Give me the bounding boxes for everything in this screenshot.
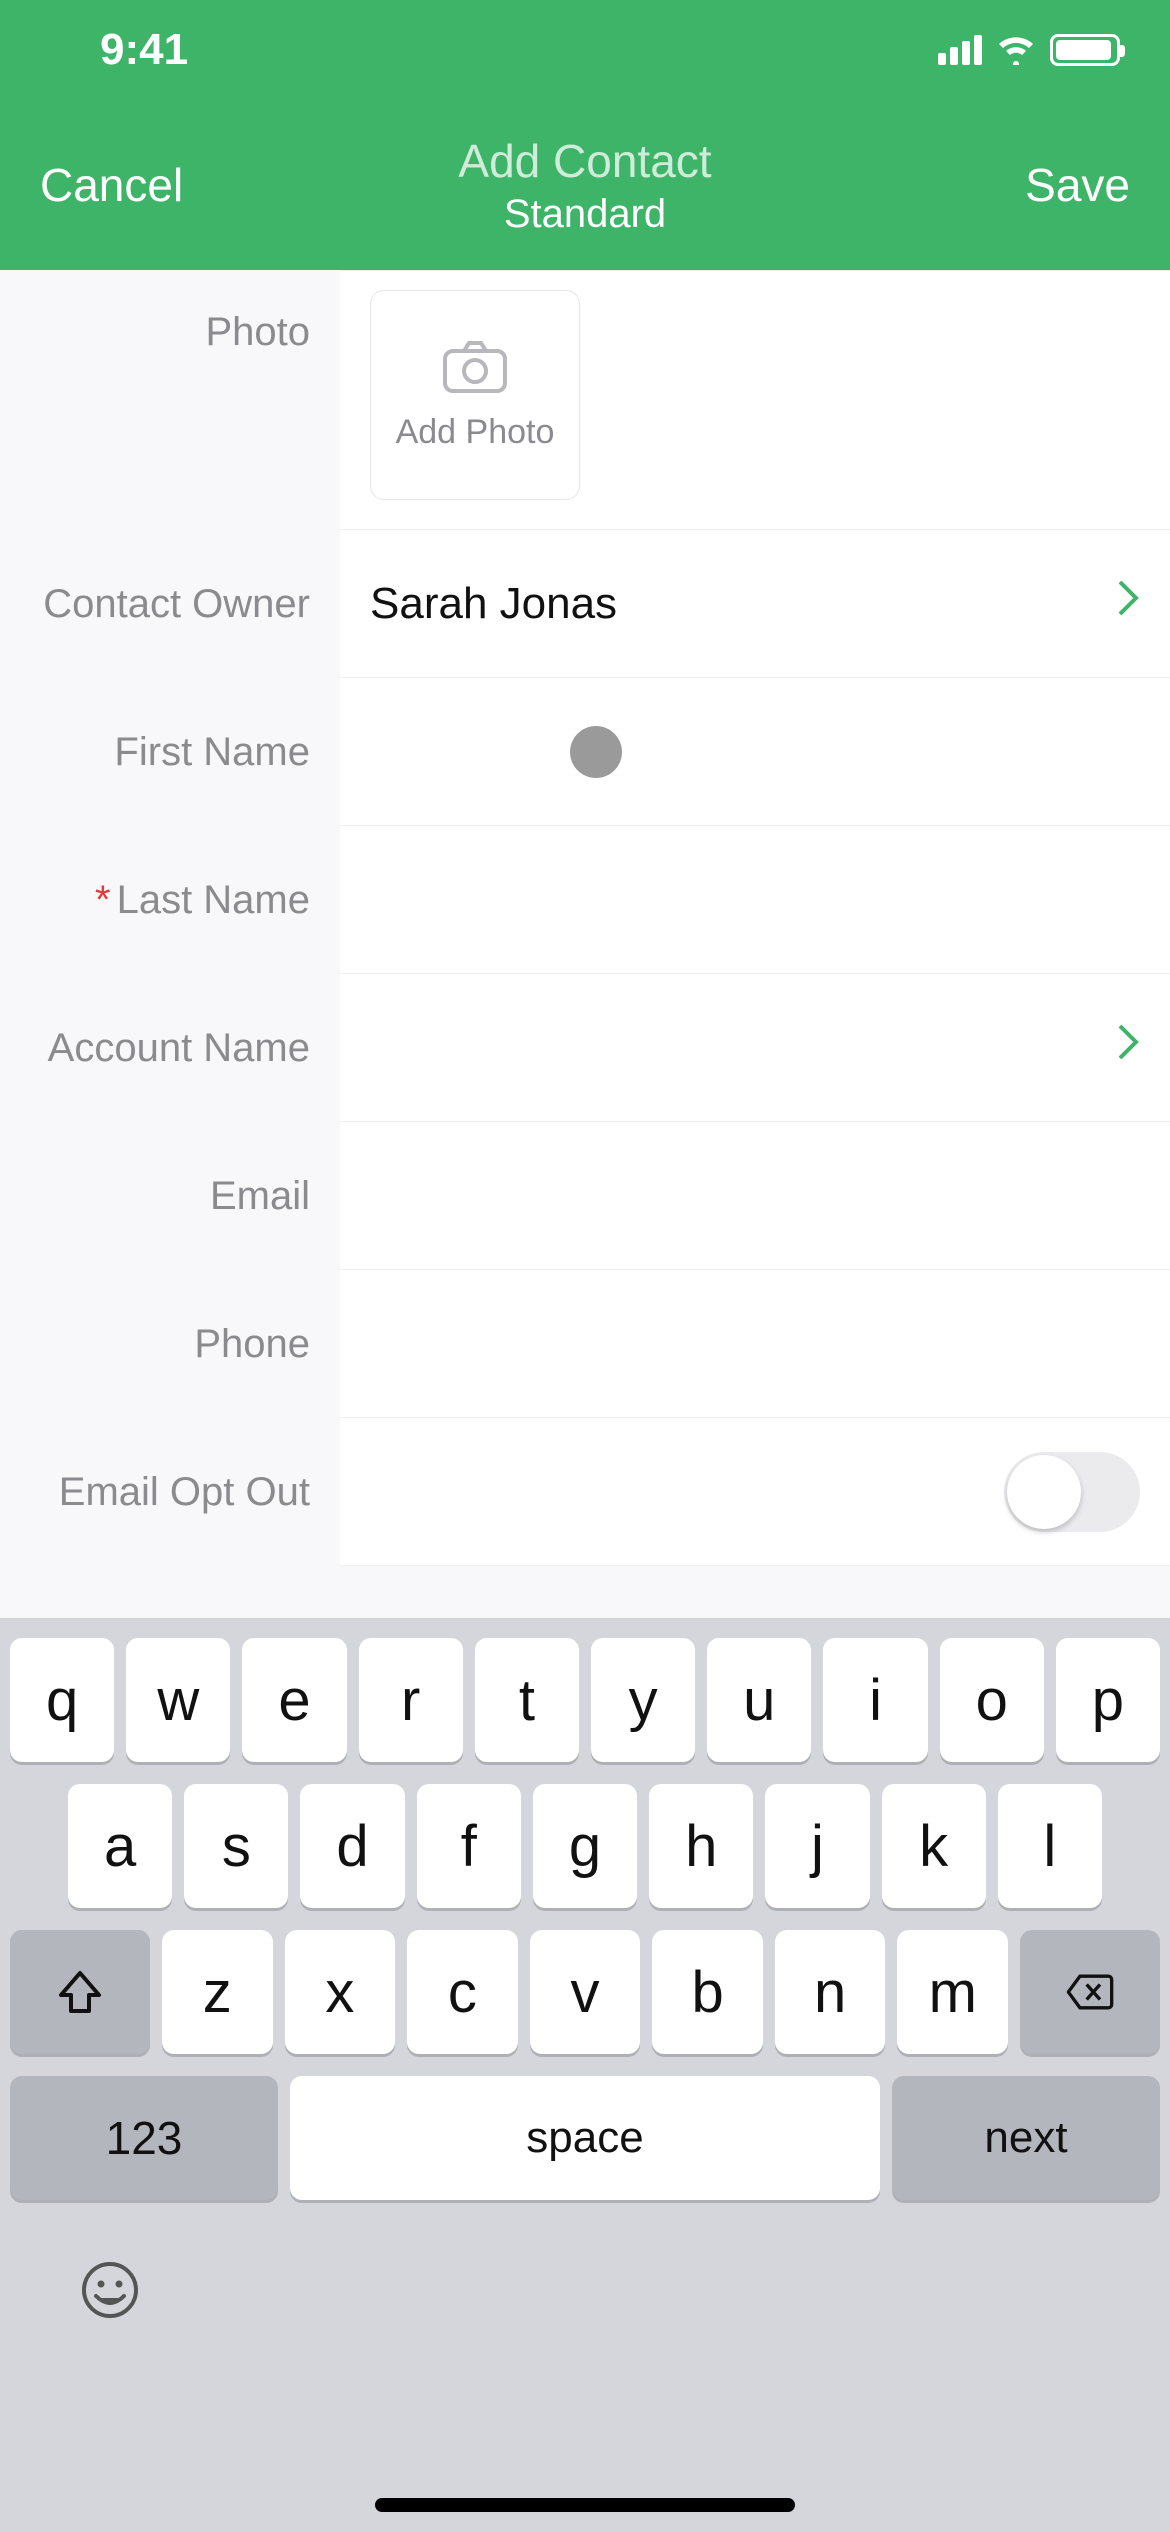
phone-field[interactable] xyxy=(340,1270,1170,1418)
label-contact-owner: Contact Owner xyxy=(0,530,340,678)
key-o[interactable]: o xyxy=(940,1638,1044,1762)
value-contact-owner[interactable]: Sarah Jonas xyxy=(340,530,1170,678)
navbar-title-group: Add Contact Standard xyxy=(240,134,930,237)
emoji-icon xyxy=(80,2260,140,2320)
signal-icon xyxy=(938,35,982,65)
key-next[interactable]: next xyxy=(892,2076,1160,2200)
shift-icon xyxy=(55,1967,105,2017)
key-k[interactable]: k xyxy=(882,1784,986,1908)
cancel-button[interactable]: Cancel xyxy=(40,158,240,212)
add-photo-label: Add Photo xyxy=(396,413,555,452)
add-photo-button[interactable]: Add Photo xyxy=(370,290,580,500)
page-subtitle: Standard xyxy=(240,192,930,237)
row-phone[interactable]: Phone xyxy=(0,1270,1170,1418)
key-numbers[interactable]: 123 xyxy=(10,2076,278,2200)
label-last-name-text: Last Name xyxy=(117,878,310,923)
key-x[interactable]: x xyxy=(285,1930,396,2054)
keyboard: q w e r t y u i o p a s d f g h j k l z xyxy=(0,1618,1170,2532)
key-h[interactable]: h xyxy=(649,1784,753,1908)
wifi-icon xyxy=(996,35,1036,65)
key-i[interactable]: i xyxy=(823,1638,927,1762)
page-title: Add Contact xyxy=(240,134,930,188)
key-t[interactable]: t xyxy=(475,1638,579,1762)
status-bar: 9:41 xyxy=(0,0,1170,100)
key-j[interactable]: j xyxy=(765,1784,869,1908)
key-space[interactable]: space xyxy=(290,2076,880,2200)
contact-owner-text: Sarah Jonas xyxy=(370,579,617,629)
label-email-optout: Email Opt Out xyxy=(0,1418,340,1566)
key-d[interactable]: d xyxy=(300,1784,404,1908)
toggle-knob xyxy=(1007,1455,1081,1529)
battery-icon xyxy=(1050,34,1120,66)
row-contact-owner[interactable]: Contact Owner Sarah Jonas xyxy=(0,530,1170,678)
email-optout-cell xyxy=(340,1418,1170,1566)
keyboard-row-2: a s d f g h j k l xyxy=(10,1784,1160,1908)
email-optout-toggle[interactable] xyxy=(1004,1452,1140,1532)
status-time: 9:41 xyxy=(100,25,188,75)
key-z[interactable]: z xyxy=(162,1930,273,2054)
navbar: Cancel Add Contact Standard Save xyxy=(0,100,1170,270)
label-last-name: * Last Name xyxy=(0,826,340,974)
key-w[interactable]: w xyxy=(126,1638,230,1762)
key-m[interactable]: m xyxy=(897,1930,1008,2054)
label-first-name: First Name xyxy=(0,678,340,826)
row-first-name[interactable]: First Name xyxy=(0,678,1170,826)
save-button[interactable]: Save xyxy=(930,158,1130,212)
label-account-name: Account Name xyxy=(0,974,340,1122)
row-photo: Photo Add Photo xyxy=(0,270,1170,530)
key-b[interactable]: b xyxy=(652,1930,763,2054)
camera-icon xyxy=(442,339,508,395)
email-field[interactable] xyxy=(340,1122,1170,1270)
backspace-icon xyxy=(1065,1967,1115,2017)
label-photo: Photo xyxy=(0,270,340,530)
key-f[interactable]: f xyxy=(417,1784,521,1908)
keyboard-footer xyxy=(10,2220,1160,2364)
keyboard-row-bottom: 123 space next xyxy=(10,2076,1160,2200)
key-s[interactable]: s xyxy=(184,1784,288,1908)
label-phone: Phone xyxy=(0,1270,340,1418)
required-indicator: * xyxy=(95,878,111,923)
key-q[interactable]: q xyxy=(10,1638,114,1762)
status-icons xyxy=(938,34,1120,66)
key-p[interactable]: p xyxy=(1056,1638,1160,1762)
chevron-right-icon xyxy=(1116,578,1140,629)
photo-cell: Add Photo xyxy=(340,270,1170,530)
emoji-button[interactable] xyxy=(80,2260,140,2334)
key-c[interactable]: c xyxy=(407,1930,518,2054)
text-cursor-indicator xyxy=(570,726,622,778)
account-name-field[interactable] xyxy=(340,974,1170,1122)
keyboard-row-3: z x c v b n m xyxy=(10,1930,1160,2054)
key-u[interactable]: u xyxy=(707,1638,811,1762)
row-email[interactable]: Email xyxy=(0,1122,1170,1270)
last-name-field[interactable] xyxy=(340,826,1170,974)
key-g[interactable]: g xyxy=(533,1784,637,1908)
home-indicator[interactable] xyxy=(375,2498,795,2512)
key-backspace[interactable] xyxy=(1020,1930,1160,2054)
keyboard-row-1: q w e r t y u i o p xyxy=(10,1638,1160,1762)
chevron-right-icon xyxy=(1116,1022,1140,1073)
key-a[interactable]: a xyxy=(68,1784,172,1908)
key-v[interactable]: v xyxy=(530,1930,641,2054)
label-email: Email xyxy=(0,1122,340,1270)
row-email-optout: Email Opt Out xyxy=(0,1418,1170,1566)
key-r[interactable]: r xyxy=(359,1638,463,1762)
key-l[interactable]: l xyxy=(998,1784,1102,1908)
row-last-name[interactable]: * Last Name xyxy=(0,826,1170,974)
row-account-name[interactable]: Account Name xyxy=(0,974,1170,1122)
key-shift[interactable] xyxy=(10,1930,150,2054)
first-name-field[interactable] xyxy=(340,678,1170,826)
key-y[interactable]: y xyxy=(591,1638,695,1762)
key-n[interactable]: n xyxy=(775,1930,886,2054)
key-e[interactable]: e xyxy=(242,1638,346,1762)
